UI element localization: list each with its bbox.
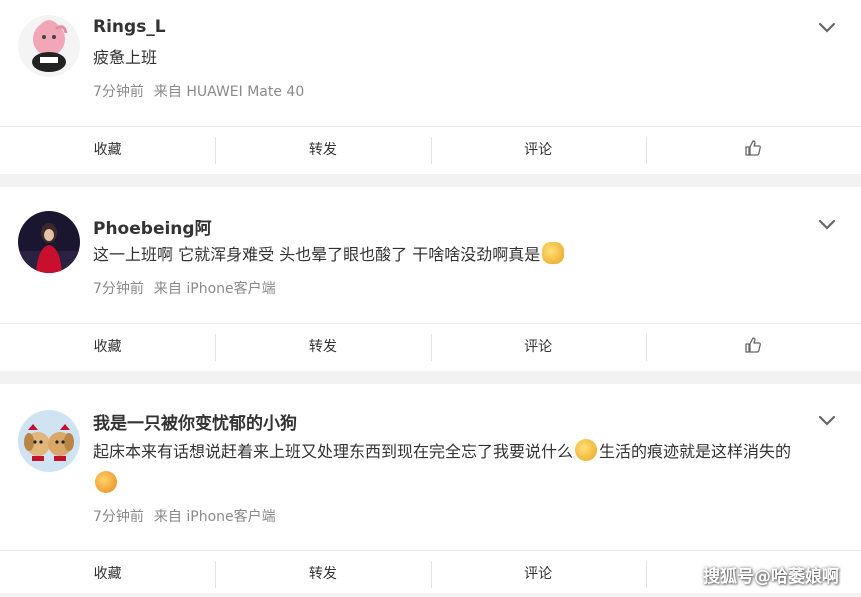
favorite-button[interactable]: 收藏 [0, 127, 215, 173]
like-button[interactable] [645, 127, 861, 173]
post-text: 起床本来有话想说赶着来上班又处理东西到现在完全忘了我要说什么 [93, 442, 574, 461]
post-time[interactable]: 7分钟前 [93, 509, 144, 525]
post-content: 疲惫上班 [93, 48, 158, 67]
post-source: 来自 iPhone客户端 [153, 281, 276, 297]
post-text: 这一上班啊 它就浑身难受 头也晕了眼也酸了 干啥啥没劲啊真是 [93, 245, 541, 264]
post-text-continued: 生活的痕迹就是这样消失的 [599, 442, 792, 461]
action-bar: 收藏 转发 评论 [0, 323, 861, 370]
chevron-down-icon[interactable] [814, 14, 840, 40]
post-content: 起床本来有话想说赶着来上班又处理东西到现在完全忘了我要说什么 生活的痕迹就是这样消… [93, 436, 813, 500]
post-source: 来自 iPhone客户端 [153, 509, 276, 525]
post-meta: 7分钟前 来自 iPhone客户端 [93, 278, 276, 298]
action-bar: 收藏 转发 评论 [0, 126, 861, 173]
favorite-button[interactable]: 收藏 [0, 551, 215, 597]
thumbs-up-icon [745, 140, 762, 156]
avatar[interactable] [18, 410, 80, 472]
post-meta: 7分钟前 来自 HUAWEI Mate 40 [93, 81, 304, 101]
username[interactable]: Phoebeing阿 [93, 214, 212, 239]
post-time[interactable]: 7分钟前 [93, 84, 144, 100]
thumbs-up-icon [745, 337, 762, 353]
like-button[interactable] [645, 324, 861, 370]
post-card-2: Phoebeing阿 这一上班啊 它就浑身难受 头也晕了眼也酸了 干啥啥没劲啊真… [0, 187, 861, 371]
post-content: 这一上班啊 它就浑身难受 头也晕了眼也酸了 干啥啥没劲啊真是 [93, 239, 813, 271]
repost-button[interactable]: 转发 [215, 551, 430, 597]
avatar[interactable] [18, 211, 80, 273]
comment-button[interactable]: 评论 [430, 127, 646, 173]
chevron-down-icon[interactable] [814, 211, 840, 237]
favorite-button[interactable]: 收藏 [0, 324, 215, 370]
post-source: 来自 HUAWEI Mate 40 [153, 84, 305, 100]
avatar[interactable] [18, 15, 80, 77]
tired-face-emoji-icon [542, 242, 565, 264]
post-meta: 7分钟前 来自 iPhone客户端 [93, 506, 276, 526]
repost-button[interactable]: 转发 [215, 324, 430, 370]
comment-button[interactable]: 评论 [430, 551, 646, 597]
post-card-1: Rings_L 疲惫上班 7分钟前 来自 HUAWEI Mate 40 收藏 转发… [0, 0, 861, 174]
crying-face-emoji-icon [95, 471, 117, 493]
username[interactable]: Rings_L [93, 17, 166, 37]
comment-button[interactable]: 评论 [430, 324, 646, 370]
thinking-face-emoji-icon [575, 439, 598, 461]
post-time[interactable]: 7分钟前 [93, 281, 144, 297]
watermark: 搜狐号@哈萎娘啊 [703, 567, 839, 587]
chevron-down-icon[interactable] [814, 407, 840, 433]
repost-button[interactable]: 转发 [215, 127, 430, 173]
username[interactable]: 我是一只被你变忧郁的小狗 [93, 409, 297, 434]
